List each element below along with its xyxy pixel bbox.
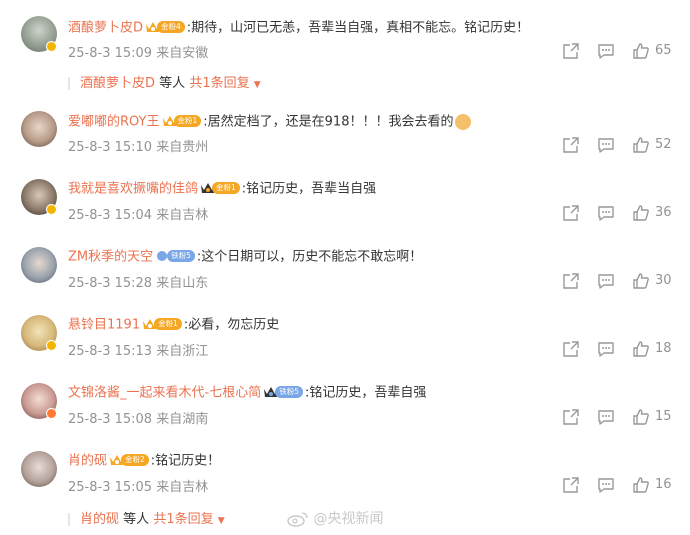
comment-location: 来自贵州 xyxy=(156,140,209,155)
like-icon[interactable] xyxy=(632,42,650,60)
username-link[interactable]: 酒酿萝卜皮D xyxy=(68,21,143,36)
comment-text: :必看，勿忘历史 xyxy=(183,317,280,333)
comment-text: :铭记历史，吾辈自强 xyxy=(304,385,427,401)
share-icon[interactable] xyxy=(562,42,580,60)
like-icon[interactable] xyxy=(632,408,650,426)
reply-summary[interactable]: 酒酿萝卜皮D 等人 共1条回复 ▼ xyxy=(68,72,261,91)
fan-badge: 铁粉5 xyxy=(155,247,195,265)
comment-icon[interactable] xyxy=(597,408,615,426)
reply-count-link[interactable]: 共1条回复 xyxy=(189,76,249,91)
username-link[interactable]: 爱嘟嘟的ROY王 xyxy=(68,115,160,130)
reply-deng: 等人 xyxy=(159,76,186,91)
comment-location: 来自吉林 xyxy=(156,208,209,223)
like-icon[interactable] xyxy=(632,204,650,222)
comment-location: 来自山东 xyxy=(156,276,209,291)
like-count: 52 xyxy=(655,137,672,152)
comment-location: 来自浙江 xyxy=(156,344,209,359)
avatar[interactable] xyxy=(21,383,57,419)
avatar[interactable] xyxy=(21,247,57,283)
avatar[interactable] xyxy=(21,315,57,351)
fan-badge: 金粉1 xyxy=(142,315,182,333)
comment-date: 25-8-3 15:28 xyxy=(68,276,153,291)
like-icon[interactable] xyxy=(632,476,650,494)
fan-badge: 金粉4 xyxy=(145,18,185,36)
comment-date: 25-8-3 15:13 xyxy=(68,344,153,359)
fan-badge: 金粉1 xyxy=(162,112,202,130)
like-count: 30 xyxy=(655,273,672,288)
comment-text: :铭记历史，吾辈当自强 xyxy=(241,181,377,197)
comment-date: 25-8-3 15:08 xyxy=(68,412,153,427)
comment-text: :铭记历史！ xyxy=(150,453,221,469)
comment-text: :期待，山河已无恙，吾辈当自强，真相不能忘。铭记历史！ xyxy=(186,20,530,36)
like-count: 36 xyxy=(655,205,672,220)
verified-badge-icon xyxy=(46,408,57,419)
reply-summary[interactable]: 肖的砚 等人 共1条回复 ▼ xyxy=(68,508,225,527)
share-icon[interactable] xyxy=(562,408,580,426)
share-icon[interactable] xyxy=(562,340,580,358)
watermark: @央视新闻 xyxy=(287,508,383,528)
reply-name[interactable]: 肖的砚 xyxy=(80,512,119,527)
comment-date: 25-8-3 15:10 xyxy=(68,140,153,155)
comment-icon[interactable] xyxy=(597,42,615,60)
comment-location: 来自安徽 xyxy=(156,46,209,61)
like-count: 65 xyxy=(655,43,672,58)
username-link[interactable]: 悬铃目1191 xyxy=(68,318,140,333)
verified-badge-icon xyxy=(46,340,57,351)
comment-text: :这个日期可以，历史不能忘不敢忘啊！ xyxy=(196,249,423,265)
like-count: 16 xyxy=(655,477,672,492)
weibo-logo-icon xyxy=(287,512,308,527)
fan-badge: 金粉1 xyxy=(200,179,240,197)
comment-icon[interactable] xyxy=(597,272,615,290)
reply-count-link[interactable]: 共1条回复 xyxy=(153,512,213,527)
share-icon[interactable] xyxy=(562,204,580,222)
fan-badge: 金粉2 xyxy=(109,451,149,469)
fan-badge: 铁粉5 xyxy=(263,383,303,401)
comment-icon[interactable] xyxy=(597,204,615,222)
avatar[interactable] xyxy=(21,451,57,487)
like-icon[interactable] xyxy=(632,136,650,154)
comment-date: 25-8-3 15:05 xyxy=(68,480,153,495)
comment-location: 来自湖南 xyxy=(156,412,209,427)
hug-emoji-icon xyxy=(455,114,472,130)
verified-badge-icon xyxy=(46,204,57,215)
avatar[interactable] xyxy=(21,111,57,147)
avatar[interactable] xyxy=(21,179,57,215)
verified-badge-icon xyxy=(46,41,57,52)
comment-icon[interactable] xyxy=(597,476,615,494)
comment-icon[interactable] xyxy=(597,136,615,154)
avatar[interactable] xyxy=(21,16,57,52)
comment-icon[interactable] xyxy=(597,340,615,358)
like-icon[interactable] xyxy=(632,340,650,358)
comment-date: 25-8-3 15:04 xyxy=(68,208,153,223)
like-count: 15 xyxy=(655,409,672,424)
reply-name[interactable]: 酒酿萝卜皮D xyxy=(80,76,155,91)
like-count: 18 xyxy=(655,341,672,356)
comment-location: 来自吉林 xyxy=(156,480,209,495)
watermark-text: @央视新闻 xyxy=(313,511,384,527)
username-link[interactable]: 文锦洛酱_一起来看木代-七根心简 xyxy=(68,386,261,401)
comment-date: 25-8-3 15:09 xyxy=(68,46,153,61)
username-link[interactable]: ZM秋季的天空 xyxy=(68,250,153,265)
like-icon[interactable] xyxy=(632,272,650,290)
reply-deng: 等人 xyxy=(123,512,150,527)
username-link[interactable]: 我就是喜欢撅嘴的佳鸽 xyxy=(68,182,198,197)
chevron-down-icon: ▼ xyxy=(253,80,261,90)
comment-text: :居然定档了，还是在918！！！我会去看的 xyxy=(203,114,454,130)
chevron-down-icon: ▼ xyxy=(217,516,225,526)
username-link[interactable]: 肖的砚 xyxy=(68,454,107,469)
share-icon[interactable] xyxy=(562,272,580,290)
share-icon[interactable] xyxy=(562,476,580,494)
share-icon[interactable] xyxy=(562,136,580,154)
